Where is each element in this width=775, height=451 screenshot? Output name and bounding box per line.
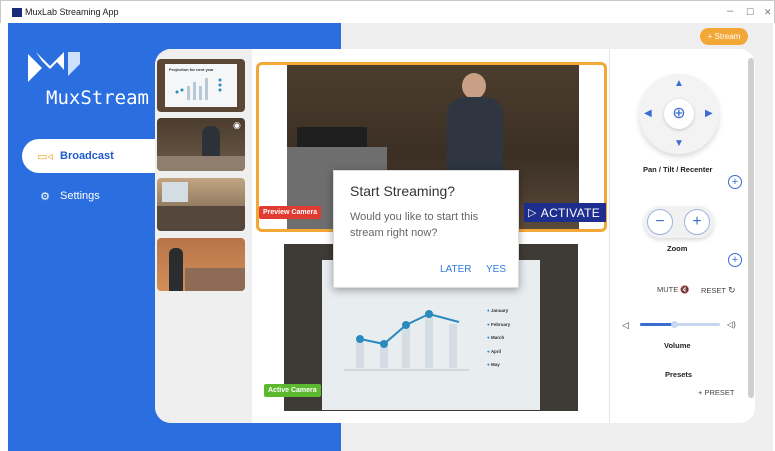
sidebar-item-label: Settings xyxy=(60,190,100,202)
mute-button[interactable]: MUTE 🔇 xyxy=(657,285,690,294)
scrollbar[interactable] xyxy=(748,58,754,398)
zoom-label: Zoom xyxy=(667,244,688,253)
recenter-icon[interactable]: ⊕ xyxy=(664,99,694,129)
camera-thumbnail[interactable]: Projection for next year xyxy=(157,59,245,112)
monitor-figure xyxy=(297,127,367,147)
activate-label: ACTIVATE xyxy=(540,205,601,220)
slide-thumbnail: Projection for next year xyxy=(165,64,237,107)
reset-icon: ↻ xyxy=(727,285,736,295)
zoom-control: − + xyxy=(644,206,714,238)
speaker-figure xyxy=(202,126,220,158)
legend-item: ● May xyxy=(487,362,500,367)
speaker-head xyxy=(462,73,486,99)
chart-legend: ● January ● February ● March ● April ● M… xyxy=(487,304,510,372)
pan-left-icon[interactable]: ◀ xyxy=(644,108,652,119)
audience-figure xyxy=(185,268,245,291)
close-button[interactable]: ✕ xyxy=(764,7,772,18)
expand-pan-icon[interactable]: + xyxy=(728,175,742,189)
minimize-button[interactable]: – xyxy=(727,5,733,17)
volume-knob[interactable] xyxy=(670,321,678,328)
volume-fill xyxy=(640,323,674,326)
yes-button[interactable]: YES xyxy=(486,264,506,275)
add-stream-button[interactable]: + Stream xyxy=(700,28,748,45)
audience-figure xyxy=(157,206,245,231)
legend-item: ● February xyxy=(487,321,511,327)
speaker-figure xyxy=(169,248,183,291)
zoom-out-button[interactable]: − xyxy=(647,209,673,235)
tilt-up-icon[interactable]: ▲ xyxy=(674,78,684,89)
preview-camera-tag: Preview Camera xyxy=(259,206,322,219)
dialog-message: Would you like to start this stream righ… xyxy=(350,211,479,239)
later-button[interactable]: LATER xyxy=(440,264,472,275)
dialog-title: Start Streaming? xyxy=(350,183,456,199)
pan-tilt-label: Pan / Tilt / Recenter xyxy=(643,165,713,174)
camera-thumbnail[interactable]: ◉ xyxy=(157,118,245,171)
pan-tilt-pad[interactable]: ▲ ▼ ◀ ▶ ⊕ xyxy=(639,74,719,154)
eye-icon: ◉ xyxy=(233,120,241,130)
reset-label: RESET xyxy=(701,286,726,295)
tilt-down-icon[interactable]: ▼ xyxy=(674,138,684,149)
camera-icon: ▭◃ xyxy=(37,150,53,163)
volume-high-icon: ◁) xyxy=(727,320,736,329)
audience-figure xyxy=(157,156,245,171)
window-title: MuxLab Streaming App xyxy=(25,7,119,17)
app-logo-icon xyxy=(12,8,22,17)
zoom-in-button[interactable]: + xyxy=(684,209,710,235)
muxstream-logo-icon xyxy=(28,52,80,82)
maximize-button[interactable]: ☐ xyxy=(746,7,754,18)
camera-thumbnail[interactable] xyxy=(157,238,245,291)
legend-item: ● April xyxy=(487,348,502,354)
volume-low-icon: ◁ xyxy=(622,320,629,330)
mute-label: MUTE xyxy=(657,285,679,294)
legend-item: ● January xyxy=(487,308,509,313)
add-preset-button[interactable]: + PRESET xyxy=(698,388,734,397)
legend-item: ● March xyxy=(487,335,505,340)
play-icon: ▷ xyxy=(528,207,537,219)
reset-button[interactable]: RESET ↻ xyxy=(701,285,736,296)
start-streaming-dialog: Start Streaming? Would you like to start… xyxy=(333,170,519,288)
presets-label: Presets xyxy=(665,370,693,379)
gear-icon: ⚙ xyxy=(40,190,50,203)
volume-label: Volume xyxy=(664,341,691,350)
volume-slider[interactable] xyxy=(640,321,720,328)
title-bar: MuxLab Streaming App – ☐ ✕ xyxy=(0,0,775,23)
brand-name: MuxStream xyxy=(46,87,149,109)
expand-zoom-icon[interactable]: + xyxy=(728,253,742,267)
thumbnail-chart-icon xyxy=(175,78,222,100)
mute-icon: 🔇 xyxy=(680,285,690,294)
active-camera-tag: Active Camera xyxy=(264,384,321,397)
pan-right-icon[interactable]: ▶ xyxy=(705,108,713,119)
sidebar-item-label: Broadcast xyxy=(60,150,114,162)
camera-thumbnail[interactable] xyxy=(157,178,245,231)
activate-button[interactable]: ▷ ACTIVATE xyxy=(524,203,606,222)
screen-figure xyxy=(162,182,188,202)
